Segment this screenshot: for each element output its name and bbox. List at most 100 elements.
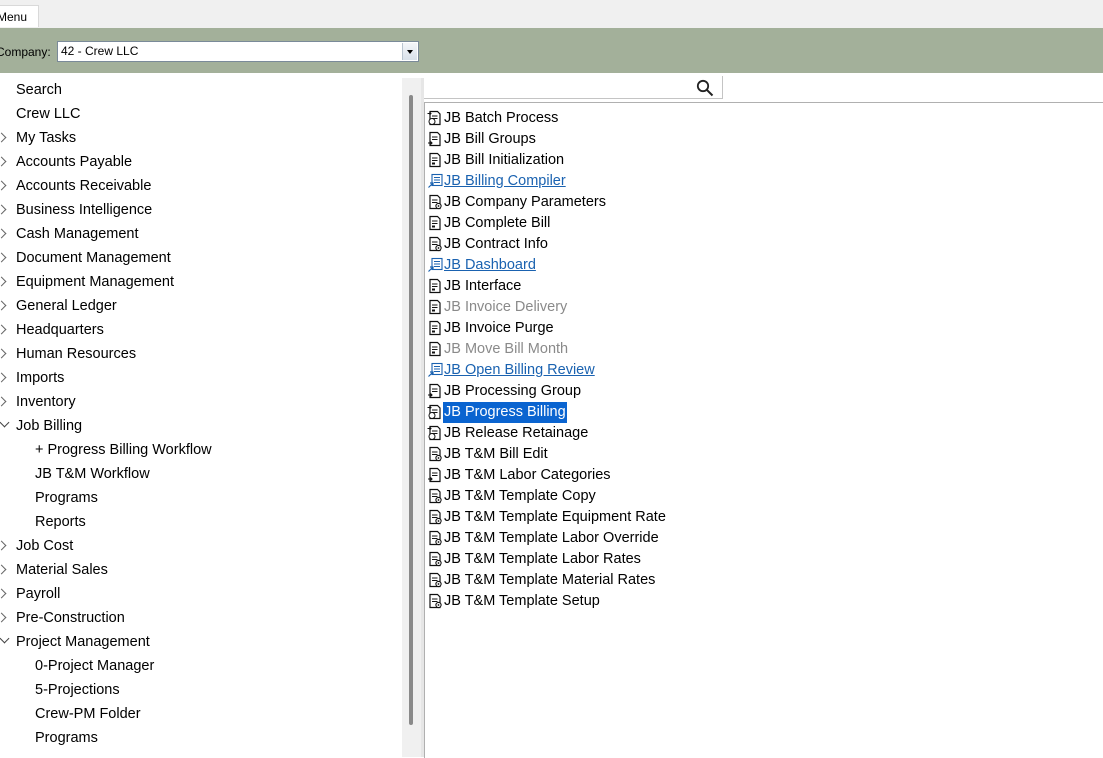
program-item-label: JB T&M Labor Categories	[444, 467, 611, 483]
tree-item[interactable]: Programs	[0, 726, 400, 750]
tree-item[interactable]: Equipment Management	[0, 270, 400, 294]
tree-item-label: Business Intelligence	[16, 202, 153, 218]
search-icon[interactable]	[696, 79, 714, 97]
program-item[interactable]: JB Company Parameters	[425, 192, 1085, 213]
program-item-label: JB T&M Template Labor Override	[444, 530, 659, 546]
company-select[interactable]: 42 - Crew LLC	[57, 41, 419, 62]
chevron-right-icon[interactable]	[0, 540, 7, 551]
program-item[interactable]: JB Billing Compiler	[425, 171, 1085, 192]
program-item[interactable]: JB T&M Template Labor Rates	[425, 549, 1085, 570]
chevron-down-icon[interactable]	[0, 633, 10, 644]
tree-item[interactable]: Headquarters	[0, 318, 400, 342]
program-item[interactable]: JB Complete Bill	[425, 213, 1085, 234]
program-pane: JB Batch Process JB Bill Groups JB Bill In…	[424, 73, 1103, 758]
chevron-right-icon[interactable]	[0, 564, 7, 575]
tree-item[interactable]: Project Management	[0, 630, 400, 654]
tree-item[interactable]: Cash Management	[0, 222, 400, 246]
tree-item[interactable]: + Progress Billing Workflow	[0, 438, 400, 462]
program-item[interactable]: JB Progress Billing	[425, 402, 1085, 423]
program-item[interactable]: JB Interface	[425, 276, 1085, 297]
tree-item[interactable]: Programs	[0, 486, 400, 510]
tree-item[interactable]: Pre-Construction	[0, 606, 400, 630]
tree-scrollbar-thumb[interactable]	[409, 95, 413, 725]
chevron-right-icon[interactable]	[0, 132, 7, 143]
tree-item[interactable]: 5-Projections	[0, 678, 400, 702]
tree-item[interactable]: Imports	[0, 366, 400, 390]
tree-item[interactable]: Material Sales	[0, 558, 400, 582]
tree-item[interactable]: Search	[0, 78, 400, 102]
report-link-icon	[428, 173, 443, 188]
program-item[interactable]: JB T&M Template Equipment Rate	[425, 507, 1085, 528]
tree-item-label: Headquarters	[16, 322, 104, 338]
tree-item[interactable]: Inventory	[0, 390, 400, 414]
tree-item[interactable]: Document Management	[0, 246, 400, 270]
chevron-right-icon[interactable]	[0, 300, 7, 311]
program-item[interactable]: JB Bill Groups	[425, 129, 1085, 150]
tree-item[interactable]: Job Billing	[0, 414, 400, 438]
program-item[interactable]: JB T&M Labor Categories	[425, 465, 1085, 486]
program-item-label: JB Interface	[444, 278, 522, 294]
tree-item[interactable]: Crew LLC	[0, 102, 400, 126]
tree-item[interactable]: Payroll	[0, 582, 400, 606]
program-item-label: JB Billing Compiler	[444, 173, 566, 189]
chevron-right-icon[interactable]	[0, 204, 7, 215]
program-item[interactable]: JB T&M Template Setup	[425, 591, 1085, 612]
tree-item[interactable]: Accounts Receivable	[0, 174, 400, 198]
tree-item[interactable]: Accounts Payable	[0, 150, 400, 174]
program-item[interactable]: JB Bill Initialization	[425, 150, 1085, 171]
tree-item-label: Accounts Receivable	[16, 178, 152, 194]
tree-item[interactable]: General Ledger	[0, 294, 400, 318]
tree-item-label: Accounts Payable	[16, 154, 133, 170]
chevron-right-icon[interactable]	[0, 228, 7, 239]
chevron-right-icon[interactable]	[0, 588, 7, 599]
program-item[interactable]: JB Invoice Delivery	[425, 297, 1085, 318]
tree-scrollbar[interactable]	[402, 78, 421, 757]
chevron-right-icon[interactable]	[0, 372, 7, 383]
tree-item-label: Programs	[35, 730, 98, 746]
tree-item[interactable]: JB T&M Workflow	[0, 462, 400, 486]
tree-item[interactable]: Business Intelligence	[0, 198, 400, 222]
chevron-right-icon[interactable]	[0, 156, 7, 167]
chevron-right-icon[interactable]	[0, 396, 7, 407]
program-item[interactable]: JB Batch Process	[425, 108, 1085, 129]
search-input[interactable]	[424, 76, 723, 99]
tree-item-label: My Tasks	[16, 130, 77, 146]
tree-item-label: Document Management	[16, 250, 171, 266]
chevron-down-icon[interactable]	[0, 417, 10, 428]
program-item[interactable]: JB T&M Template Copy	[425, 486, 1085, 507]
program-item-label: JB T&M Template Copy	[444, 488, 596, 504]
form-icon	[429, 341, 441, 357]
chevron-down-icon[interactable]	[402, 43, 417, 60]
program-item[interactable]: JB Processing Group	[425, 381, 1085, 402]
program-item[interactable]: JB Contract Info	[425, 234, 1085, 255]
program-item-label: JB Processing Group	[444, 383, 582, 399]
chevron-right-icon[interactable]	[0, 612, 7, 623]
program-item[interactable]: JB T&M Template Material Rates	[425, 570, 1085, 591]
batch-process-icon	[427, 425, 441, 441]
program-item[interactable]: JB T&M Bill Edit	[425, 444, 1085, 465]
chevron-right-icon[interactable]	[0, 276, 7, 287]
tree-item[interactable]: Reports	[0, 510, 400, 534]
form-settings-icon	[429, 551, 442, 567]
report-link-icon	[428, 362, 443, 377]
tree-item[interactable]: Human Resources	[0, 342, 400, 366]
chevron-right-icon[interactable]	[0, 180, 7, 191]
form-settings-icon	[429, 572, 442, 588]
tree-item-label: Equipment Management	[16, 274, 174, 290]
tree-item[interactable]: My Tasks	[0, 126, 400, 150]
program-item[interactable]: JB T&M Template Labor Override	[425, 528, 1085, 549]
program-item[interactable]: JB Invoice Purge	[425, 318, 1085, 339]
program-item[interactable]: JB Open Billing Review	[425, 360, 1085, 381]
form-icon	[429, 152, 441, 168]
program-item[interactable]: JB Release Retainage	[425, 423, 1085, 444]
tree-item[interactable]: 0-Project Manager	[0, 654, 400, 678]
tree-item[interactable]: Crew-PM Folder	[0, 702, 400, 726]
tab-menu[interactable]: Menu	[0, 5, 39, 27]
chevron-right-icon[interactable]	[0, 252, 7, 263]
program-item[interactable]: JB Move Bill Month	[425, 339, 1085, 360]
tree-item-label: Material Sales	[16, 562, 108, 578]
chevron-right-icon[interactable]	[0, 348, 7, 359]
program-item[interactable]: JB Dashboard	[425, 255, 1085, 276]
chevron-right-icon[interactable]	[0, 324, 7, 335]
tree-item[interactable]: Job Cost	[0, 534, 400, 558]
